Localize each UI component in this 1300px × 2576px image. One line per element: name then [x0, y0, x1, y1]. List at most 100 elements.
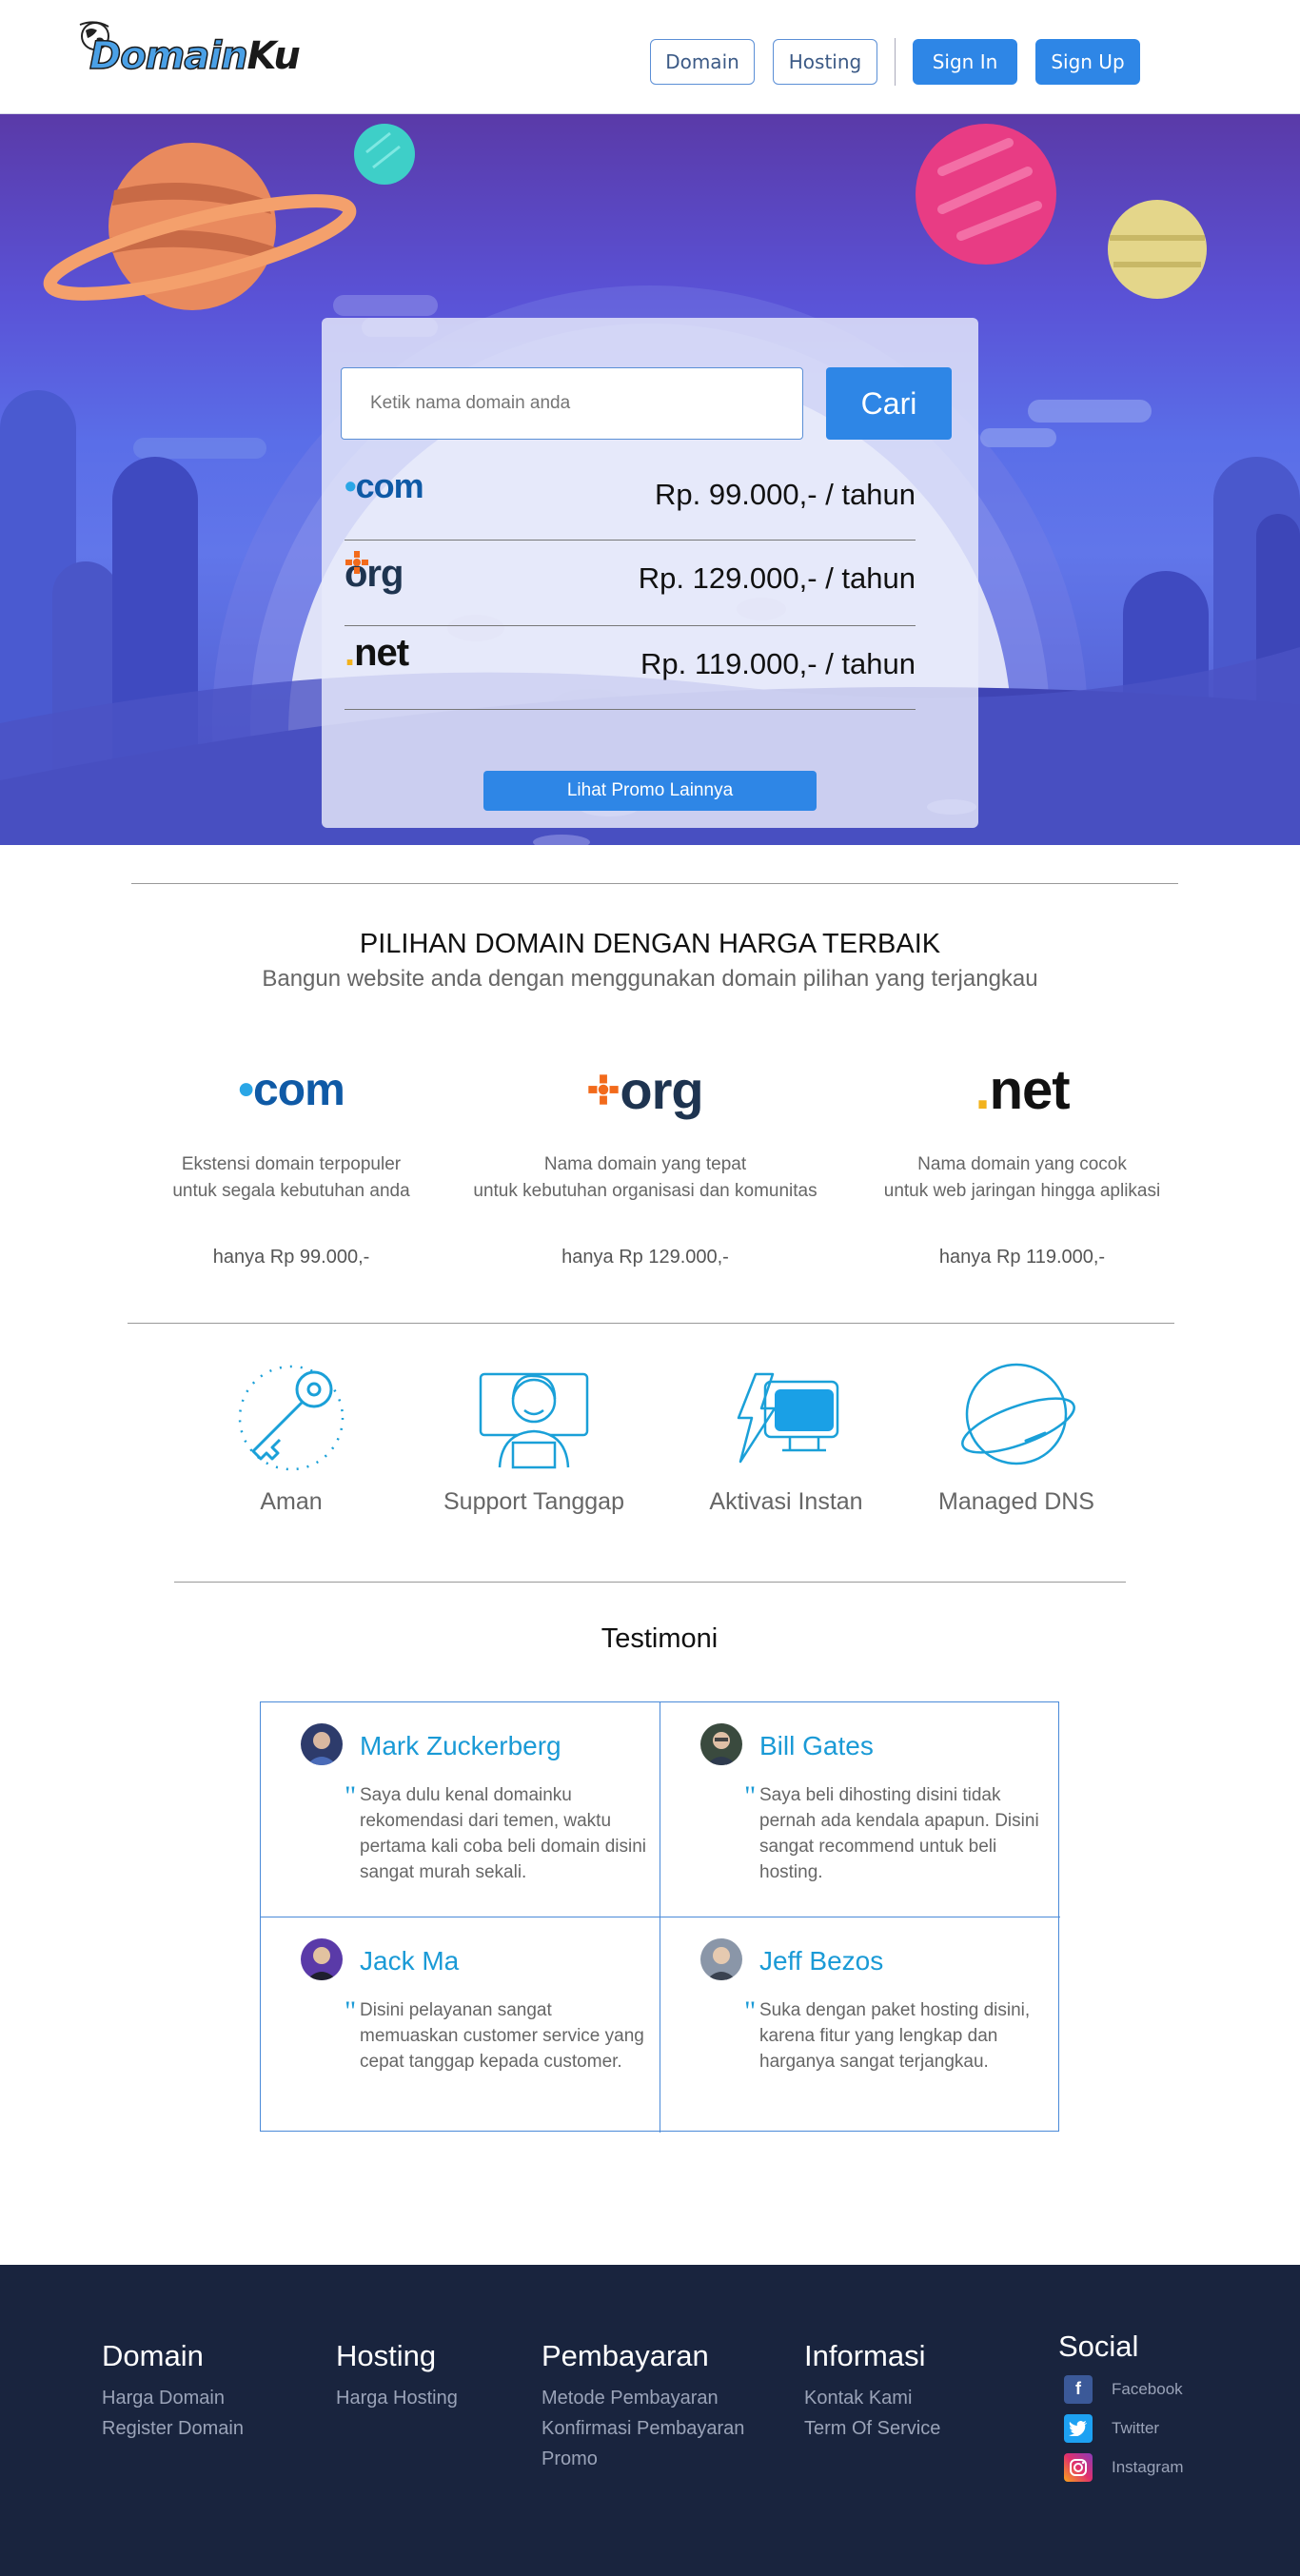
social-link-facebook[interactable]: f Facebook — [1064, 2370, 1184, 2409]
avatar — [301, 1938, 343, 1980]
planet-dns-icon — [961, 1363, 1075, 1465]
domain-card-net: .net Nama domain yang cocok untuk web ja… — [822, 1056, 1222, 1268]
feature-aman: Aman — [177, 1361, 405, 1516]
choice-section-title: PILIHAN DOMAIN DENGAN HARGA TERBAIK — [359, 929, 941, 959]
domain-card-price: hanya Rp 99.000,- — [212, 1247, 370, 1268]
org-emblem-icon — [588, 1074, 620, 1105]
brand-wordmark: DomainKu — [89, 33, 301, 79]
footer-link-promo[interactable]: Promo — [542, 2444, 744, 2474]
testimonial-name: Bill Gates — [759, 1731, 874, 1760]
footer-column-payment: Pembayaran Metode Pembayaran Konfirmasi … — [542, 2339, 744, 2474]
com-price: Rp. 99.000,- / tahun — [654, 478, 916, 511]
footer-heading: Hosting — [336, 2339, 437, 2372]
social-link-instagram[interactable]: Instagram — [1064, 2448, 1184, 2487]
testimonial-card: Bill Gates " Saya beli dihosting disini … — [660, 1702, 1060, 1917]
section-divider — [131, 883, 1178, 884]
testimonial-quote: Saya beli dihosting disini tidak pernah … — [759, 1785, 1039, 1882]
footer-link-payment-confirm[interactable]: Konfirmasi Pembayaran — [542, 2413, 744, 2444]
org-emblem-icon — [345, 551, 368, 574]
search-button[interactable]: Cari — [826, 367, 952, 440]
twitter-icon — [1064, 2413, 1093, 2443]
testimonial-quote: Suka dengan paket hosting disini, karena… — [759, 2000, 1031, 2072]
footer-column-social: Social f Facebook Twitter Instagram — [1058, 2330, 1184, 2487]
instagram-icon — [1064, 2452, 1093, 2482]
footer-column-hosting: Hosting Harga Hosting — [336, 2339, 458, 2413]
footer-column-info: Informasi Kontak Kami Term Of Service — [804, 2339, 940, 2444]
org-logo: org — [587, 1059, 704, 1121]
quote-mark-icon: " — [345, 1780, 357, 1812]
domain-card-desc: Nama domain yang tepat untuk kebutuhan o… — [473, 1154, 817, 1201]
testimonial-card: Jack Ma " Disini pelayanan sangat memuas… — [261, 1917, 660, 2133]
tld-price-row-com: •com Rp. 99.000,- / tahun — [345, 457, 916, 541]
testimonial-card: Jeff Bezos " Suka dengan paket hosting d… — [660, 1917, 1060, 2133]
footer-link-harga-hosting[interactable]: Harga Hosting — [336, 2383, 458, 2413]
footer-heading: Domain — [102, 2339, 204, 2372]
feature-label: Managed DNS — [938, 1488, 1094, 1515]
sign-up-button[interactable]: Sign Up — [1035, 39, 1140, 85]
navbar: DomainKu Domain Hosting Sign In Sign Up — [0, 0, 1300, 114]
avatar — [700, 1938, 742, 1980]
org-logo: org — [345, 550, 404, 598]
testimonials-title: Testimoni — [601, 1623, 719, 1654]
domain-card-com: •com Ekstensi domain terpopuler untuk se… — [91, 1056, 491, 1268]
instant-activation-icon — [737, 1372, 839, 1464]
testimonial-name: Mark Zuckerberg — [360, 1731, 561, 1760]
footer-link-register-domain[interactable]: Register Domain — [102, 2413, 244, 2444]
domain-card-desc: Nama domain yang cocok untuk web jaringa… — [883, 1154, 1161, 1201]
facebook-icon: f — [1064, 2374, 1093, 2404]
net-logo: .net — [345, 632, 409, 674]
avatar — [700, 1723, 742, 1765]
com-logo: •com — [238, 1064, 345, 1115]
feature-label: Aktivasi Instan — [709, 1488, 863, 1515]
domain-search-input[interactable] — [341, 367, 803, 440]
footer: Domain Harga Domain Register Domain Host… — [0, 2265, 1300, 2576]
domain-card-org: org Nama domain yang tepat untuk kebutuh… — [445, 1056, 845, 1268]
hero-banner: Cari •com Rp. 99.000,- / tahun org Rp. 1… — [0, 114, 1300, 845]
testimonial-quote: Disini pelayanan sangat memuaskan custom… — [360, 2000, 644, 2072]
social-link-twitter[interactable]: Twitter — [1064, 2409, 1184, 2448]
testimonial-name: Jeff Bezos — [759, 1946, 884, 1976]
domain-card-price: hanya Rp 129.000,- — [561, 1247, 729, 1268]
social-label: Twitter — [1112, 2418, 1160, 2437]
domain-card-price: hanya Rp 119.000,- — [938, 1247, 1106, 1268]
see-more-promo-button[interactable]: Lihat Promo Lainnya — [483, 771, 817, 811]
nav-divider — [895, 38, 896, 86]
brand-name-b: Ku — [246, 34, 301, 78]
feature-label: Support Tanggap — [443, 1488, 624, 1515]
domain-card-desc: Ekstensi domain terpopuler untuk segala … — [172, 1154, 410, 1201]
testimonial-quote: Saya dulu kenal domainku rekomendasi dar… — [360, 1785, 646, 1882]
nav-domain-button[interactable]: Domain — [650, 39, 755, 85]
support-agent-icon — [479, 1372, 589, 1469]
quote-mark-icon: " — [744, 1996, 757, 2027]
footer-heading: Social — [1058, 2330, 1139, 2363]
feature-instant: Aktivasi Instan — [672, 1361, 900, 1516]
quote-mark-icon: " — [345, 1996, 357, 2027]
tld-price-row-net: .net Rp. 119.000,- / tahun — [345, 626, 916, 710]
footer-heading: Pembayaran — [542, 2339, 709, 2372]
org-price: Rp. 129.000,- / tahun — [638, 561, 916, 595]
feature-dns: Managed DNS — [902, 1361, 1131, 1516]
social-label: Instagram — [1112, 2457, 1184, 2476]
brand-name-a: Domain — [89, 33, 248, 79]
social-label: Facebook — [1112, 2379, 1183, 2398]
footer-link-contact[interactable]: Kontak Kami — [804, 2383, 940, 2413]
footer-link-tos[interactable]: Term Of Service — [804, 2413, 940, 2444]
feature-label: Aman — [260, 1488, 323, 1515]
choice-section-subtitle: Bangun website anda dengan menggunakan d… — [262, 966, 1038, 992]
footer-column-domain: Domain Harga Domain Register Domain — [102, 2339, 244, 2444]
tld-price-row-org: org Rp. 129.000,- / tahun — [345, 541, 916, 626]
domain-search-card: Cari •com Rp. 99.000,- / tahun org Rp. 1… — [322, 318, 978, 828]
net-logo: .net — [975, 1058, 1070, 1121]
com-logo: •com — [345, 466, 424, 505]
sign-in-button[interactable]: Sign In — [913, 39, 1017, 85]
section-divider — [174, 1582, 1126, 1583]
section-divider — [128, 1323, 1174, 1324]
brand-logo[interactable]: DomainKu — [76, 17, 324, 84]
footer-link-harga-domain[interactable]: Harga Domain — [102, 2383, 244, 2413]
quote-mark-icon: " — [744, 1780, 757, 1812]
avatar — [301, 1723, 343, 1765]
net-price: Rp. 119.000,- / tahun — [640, 647, 916, 680]
testimonials-grid: Mark Zuckerberg " Saya dulu kenal domain… — [260, 1701, 1060, 2133]
footer-link-payment-method[interactable]: Metode Pembayaran — [542, 2383, 744, 2413]
nav-hosting-button[interactable]: Hosting — [773, 39, 877, 85]
